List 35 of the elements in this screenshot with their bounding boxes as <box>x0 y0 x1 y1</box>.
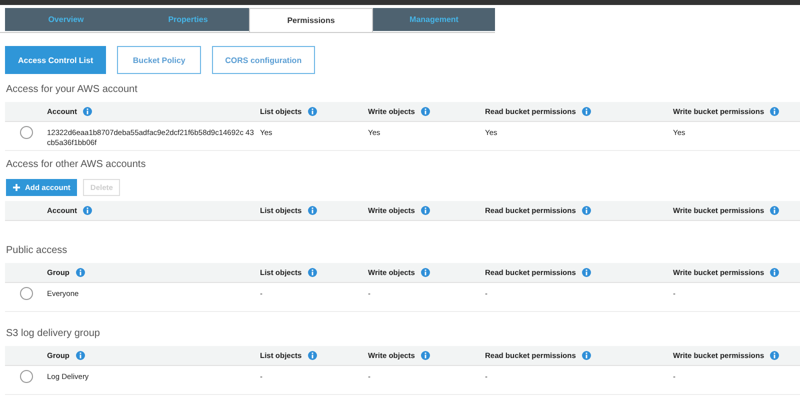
info-icon[interactable] <box>308 107 317 116</box>
info-icon[interactable] <box>76 268 84 277</box>
plus-icon <box>13 184 20 191</box>
radio-button[interactable] <box>20 126 32 139</box>
info-icon[interactable] <box>83 107 92 116</box>
info-icon[interactable] <box>420 206 430 215</box>
subtab-button[interactable]: Bucket Policy <box>117 46 202 74</box>
info-icon[interactable] <box>308 268 317 277</box>
tab[interactable]: Overview <box>5 8 127 31</box>
radio-button[interactable] <box>20 370 32 383</box>
info-icon[interactable] <box>582 206 591 215</box>
subtab-button[interactable]: CORS configuration <box>212 46 315 74</box>
info-icon[interactable] <box>770 268 780 277</box>
tab[interactable]: Permissions <box>249 8 373 32</box>
info-icon[interactable] <box>420 268 430 277</box>
info-icon[interactable] <box>770 107 780 116</box>
radio-button[interactable] <box>20 287 32 300</box>
info-icon[interactable] <box>582 351 591 360</box>
subtab-button[interactable]: Access Control List <box>5 46 106 74</box>
info-icon[interactable] <box>420 351 430 360</box>
info-icon[interactable] <box>420 107 430 116</box>
info-icon[interactable] <box>582 107 591 116</box>
info-icon[interactable] <box>770 206 780 215</box>
info-icon[interactable] <box>83 206 92 215</box>
tab[interactable]: Properties <box>127 8 249 31</box>
info-icon[interactable] <box>308 351 317 360</box>
info-icon[interactable] <box>76 351 84 360</box>
info-icon[interactable] <box>582 268 591 277</box>
section-title: Public access <box>5 244 68 258</box>
section-title: Access for your AWS account <box>5 83 138 97</box>
section-title: S3 log delivery group <box>5 327 101 341</box>
info-icon[interactable] <box>770 351 780 360</box>
tab[interactable]: Management <box>373 8 495 31</box>
section-title: Access for other AWS accounts <box>5 158 147 172</box>
info-icon[interactable] <box>308 206 317 215</box>
